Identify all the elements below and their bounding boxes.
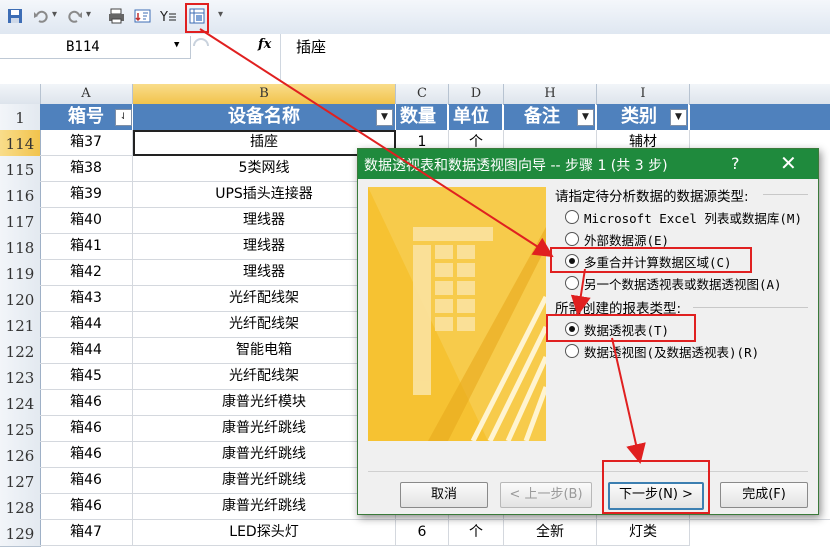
annotation-arrows (199, 28, 646, 464)
arrow-report-to-next (611, 337, 646, 464)
arrow-option-to-report (570, 268, 591, 316)
arrow-toolbar-to-option (199, 28, 554, 258)
